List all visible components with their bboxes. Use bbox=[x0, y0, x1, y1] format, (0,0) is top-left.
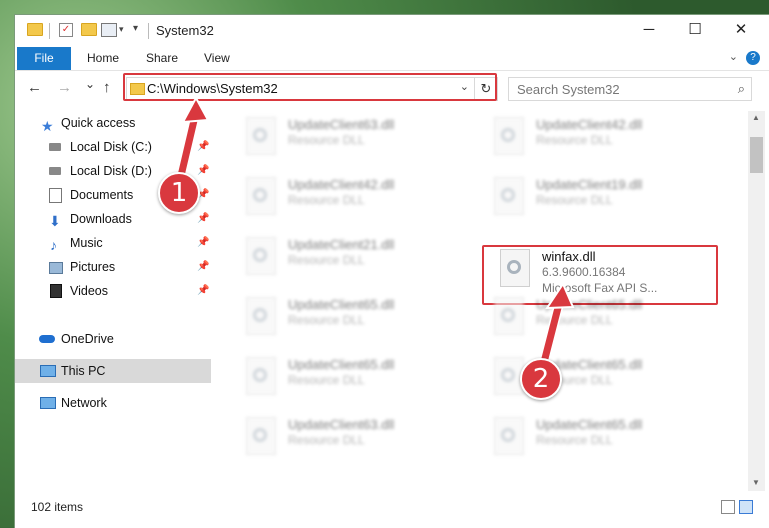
callout-badge-2: 2 bbox=[520, 358, 562, 400]
callout-badge-1: 1 bbox=[158, 172, 200, 214]
arrow-2-head bbox=[545, 281, 575, 310]
arrow-1-head bbox=[181, 95, 210, 124]
callout-arrows bbox=[175, 95, 575, 375]
